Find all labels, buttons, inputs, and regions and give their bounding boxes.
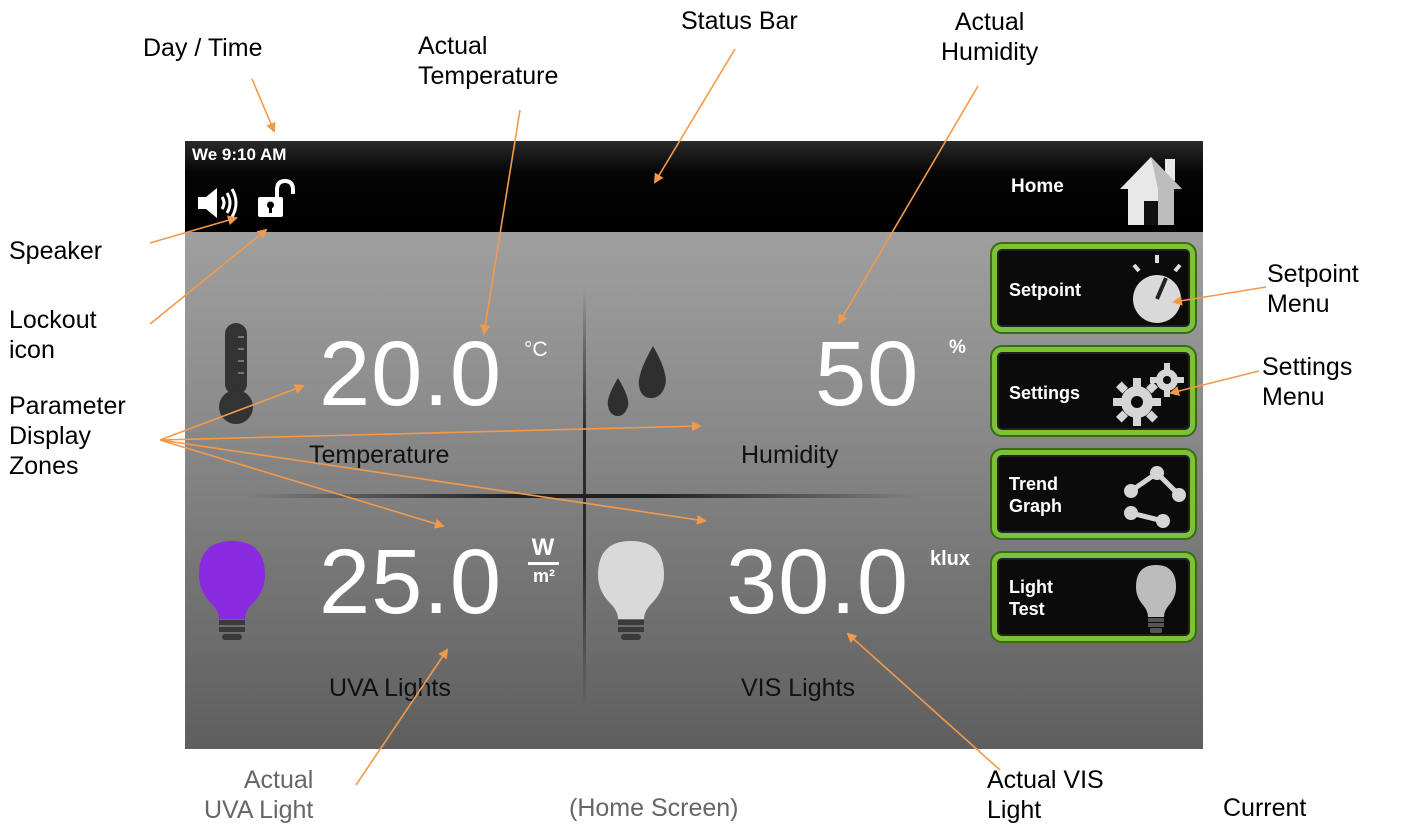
zone-divider-horizontal xyxy=(247,494,919,498)
home-icon[interactable] xyxy=(1118,153,1184,227)
purple-bulb-icon xyxy=(199,541,265,640)
status-bar: We 9:10 AM Home xyxy=(185,141,1203,232)
uva-unit-denominator: m² xyxy=(533,566,555,586)
annotation-day-time: Day / Time xyxy=(143,34,263,62)
annotation-settings-menu: Settings Menu xyxy=(1262,353,1353,411)
trend-graph-icon xyxy=(1124,466,1186,528)
light-test-label-line2: Test xyxy=(1009,599,1045,619)
annotation-actual-vis-light: Actual VIS Light xyxy=(987,766,1104,824)
thermometer-icon xyxy=(219,323,253,424)
water-drops-icon xyxy=(607,346,666,416)
annotation-actual-uva-light: Actual UVA Light xyxy=(204,766,314,824)
light-test-button-label: Light Test xyxy=(1009,576,1053,620)
temperature-value: 20.0 xyxy=(319,323,503,425)
annotation-actual-humidity: Actual Humidity xyxy=(941,8,1039,66)
annotation-setpoint-menu: Setpoint Menu xyxy=(1267,260,1359,318)
setpoint-button-label: Setpoint xyxy=(1009,280,1081,300)
annotation-current: Current xyxy=(1223,794,1307,822)
gears-icon xyxy=(1113,363,1184,426)
trend-graph-label-line2: Graph xyxy=(1009,496,1063,516)
temperature-unit: °C xyxy=(524,338,548,361)
uva-unit-numerator: W xyxy=(531,534,555,561)
white-bulb-icon xyxy=(598,541,664,640)
device-screen: We 9:10 AM Home 20.0 °C Temperature 50 %… xyxy=(185,141,1203,749)
dial-icon xyxy=(1132,255,1182,323)
annotation-home-screen: (Home Screen) xyxy=(569,794,739,822)
zone-divider-vertical xyxy=(583,289,586,709)
light-test-label-line1: Light xyxy=(1009,577,1053,597)
light-bulb-icon xyxy=(1136,565,1176,633)
trend-graph-label-line1: Trend xyxy=(1009,474,1059,494)
annotation-status-bar: Status Bar xyxy=(681,7,798,35)
uva-value: 25.0 xyxy=(319,531,503,633)
temperature-label: Temperature xyxy=(309,441,450,469)
trend-graph-button[interactable]: Trend Graph xyxy=(992,450,1195,538)
settings-button-label: Settings xyxy=(1009,383,1081,403)
vis-unit: klux xyxy=(930,548,971,570)
screen-title: Home xyxy=(1011,176,1064,197)
speaker-icon[interactable] xyxy=(196,186,244,220)
setpoint-button[interactable]: Setpoint xyxy=(992,244,1195,332)
light-test-button[interactable]: Light Test xyxy=(992,553,1195,641)
humidity-unit: % xyxy=(949,337,966,358)
vis-label: VIS Lights xyxy=(741,674,855,702)
trend-graph-button-label: Trend Graph xyxy=(1009,473,1062,517)
uva-label: UVA Lights xyxy=(329,674,451,702)
annotation-parameter-display-zones: Parameter Display Zones xyxy=(9,392,126,480)
unlocked-padlock-icon[interactable] xyxy=(255,178,297,220)
humidity-label: Humidity xyxy=(741,441,839,469)
annotation-speaker: Speaker xyxy=(9,237,103,265)
day-time-display: We 9:10 AM xyxy=(192,145,287,164)
humidity-value: 50 xyxy=(815,323,920,425)
arrow-day-time xyxy=(251,78,276,133)
vis-value: 30.0 xyxy=(726,531,910,633)
settings-button[interactable]: Settings xyxy=(992,347,1195,435)
annotation-lockout-icon: Lockout icon xyxy=(9,306,97,364)
annotation-actual-temperature: Actual Temperature xyxy=(418,32,559,90)
uva-unit-fraction-bar xyxy=(528,562,559,565)
